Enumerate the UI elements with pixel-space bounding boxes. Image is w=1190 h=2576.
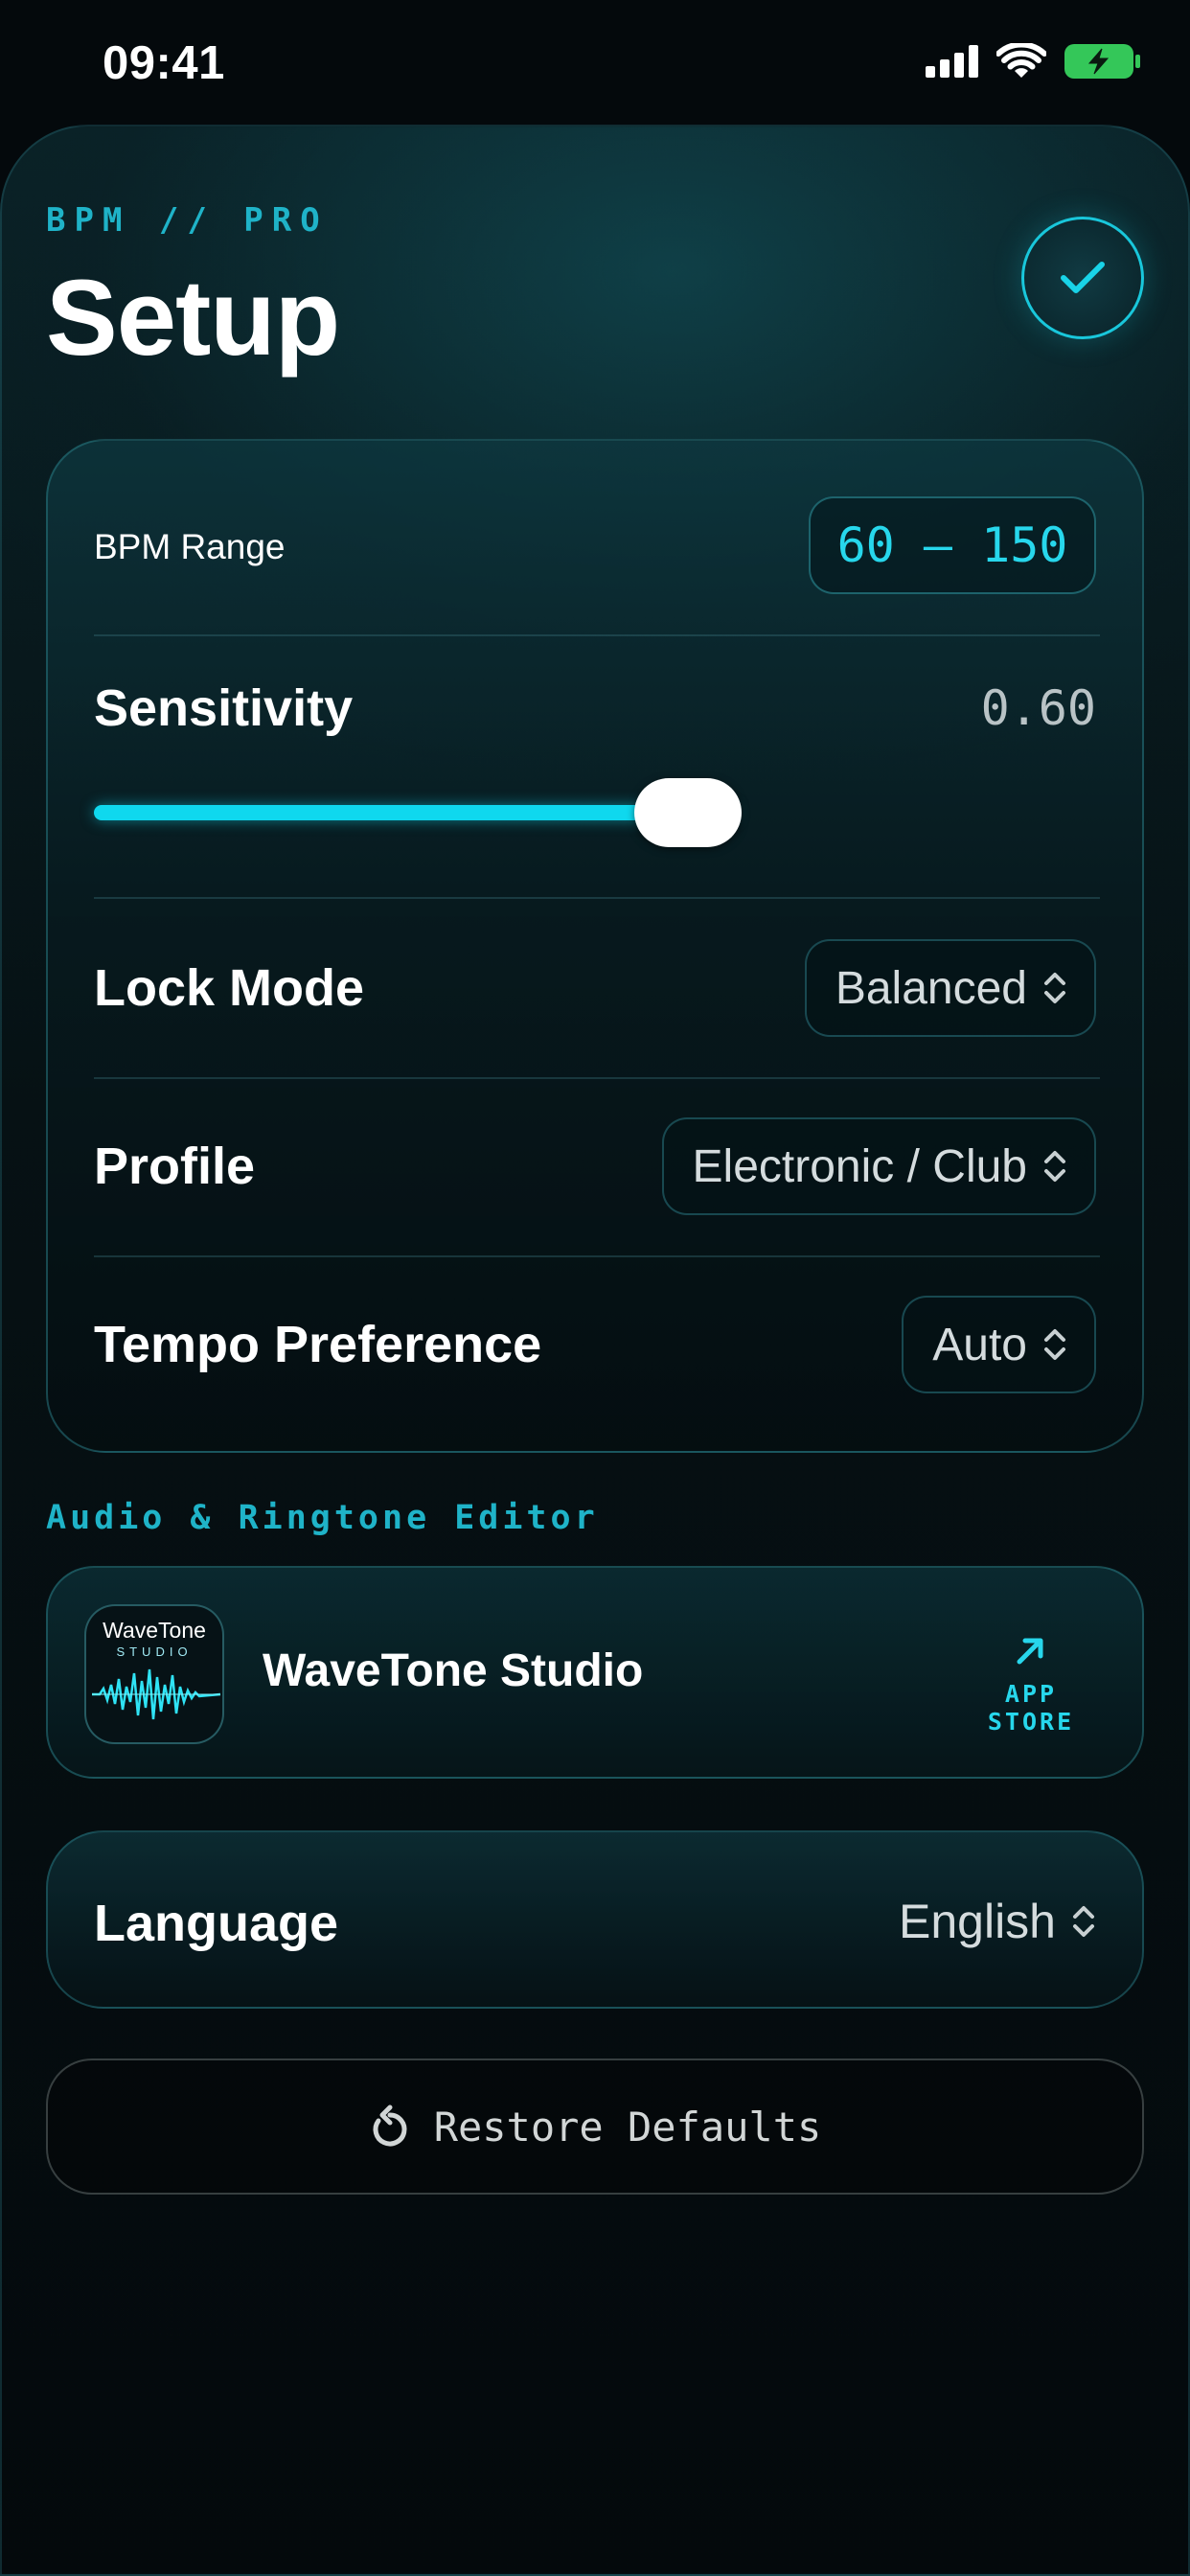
divider: [94, 1077, 1100, 1079]
page-title: Setup: [46, 258, 340, 378]
bpm-range-label: BPM Range: [94, 527, 286, 566]
waveform-icon: [92, 1668, 221, 1720]
reset-icon: [373, 2104, 407, 2147]
tempo-preference-select[interactable]: Auto: [902, 1296, 1096, 1393]
divider: [94, 897, 1100, 899]
app-icon: WaveTone STUDIO: [84, 1604, 224, 1744]
sensitivity-slider-thumb[interactable]: [634, 778, 742, 847]
app-icon-title: WaveTone: [103, 1618, 206, 1643]
language-select[interactable]: English: [899, 1894, 1096, 1949]
lock-mode-select[interactable]: Balanced: [804, 939, 1096, 1037]
chevron-up-down-icon: [1073, 1906, 1094, 1937]
promo-section-title: Audio & Ringtone Editor: [46, 1499, 599, 1537]
settings-card: BPM Range 60 – 150 Sensitivity 0.60 Lock…: [46, 439, 1144, 1453]
cellular-signal-icon: [926, 45, 978, 78]
chevron-up-down-icon: [1044, 1151, 1065, 1182]
arrow-up-right-icon: [1017, 1638, 1043, 1665]
checkmark-icon: [1061, 262, 1105, 293]
app-store-label: APP STORE: [987, 1680, 1075, 1736]
tempo-preference-label: Tempo Preference: [94, 1316, 542, 1373]
status-time: 09:41: [103, 37, 225, 89]
chevron-up-down-icon: [1044, 1329, 1065, 1360]
profile-label: Profile: [94, 1138, 256, 1195]
sensitivity-value: 0.60: [980, 680, 1096, 736]
chevron-up-down-icon: [1044, 973, 1065, 1003]
profile-select[interactable]: Electronic / Club: [661, 1117, 1096, 1215]
bpm-range-field[interactable]: 60 – 150: [809, 496, 1096, 594]
status-icons: [926, 42, 1142, 80]
profile-value: Electronic / Club: [692, 1140, 1027, 1192]
battery-charging-icon: [1064, 44, 1140, 79]
language-row[interactable]: Language English: [46, 1830, 1144, 2009]
sensitivity-label: Sensitivity: [94, 679, 354, 737]
done-button[interactable]: [1021, 217, 1144, 339]
app-promo-card[interactable]: WaveTone STUDIO WaveTone Studio APP STOR…: [46, 1566, 1144, 1779]
language-value: English: [899, 1895, 1056, 1948]
brand-label: BPM // PRO: [46, 201, 329, 240]
divider: [94, 1255, 1100, 1257]
app-name: WaveTone Studio: [263, 1645, 644, 1696]
restore-defaults-label: Restore Defaults: [433, 2103, 822, 2150]
restore-defaults-button[interactable]: Restore Defaults: [46, 2058, 1144, 2195]
lock-mode-label: Lock Mode: [94, 959, 365, 1017]
tempo-preference-value: Auto: [932, 1319, 1027, 1370]
app-store-link[interactable]: APP STORE: [954, 1633, 1108, 1736]
divider: [94, 634, 1100, 636]
lock-mode-value: Balanced: [835, 962, 1027, 1014]
language-label: Language: [94, 1895, 339, 1952]
wifi-icon: [996, 43, 1046, 78]
app-icon-subtitle: STUDIO: [116, 1644, 193, 1659]
